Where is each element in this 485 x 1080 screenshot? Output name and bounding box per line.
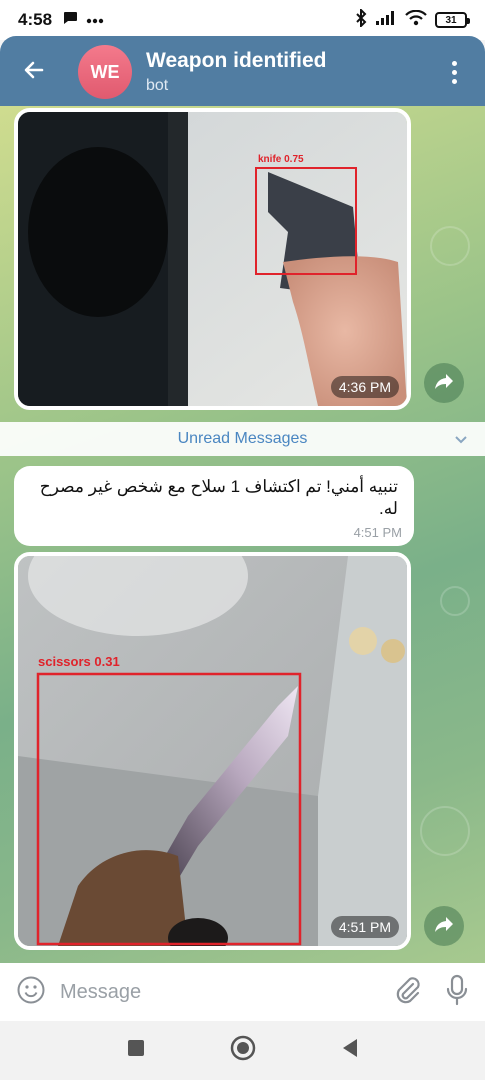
mic-icon[interactable] xyxy=(445,974,469,1011)
chat-header: WE Weapon identified bot xyxy=(0,36,485,108)
triangle-icon[interactable] xyxy=(340,1037,360,1064)
message-time: 4:51 PM xyxy=(330,916,399,938)
photo-message[interactable]: knife 0.75 4:36 PM xyxy=(14,108,411,410)
attach-icon[interactable] xyxy=(393,975,421,1010)
signal-icon xyxy=(375,10,397,31)
chat-title-block[interactable]: Weapon identified bot xyxy=(146,49,326,95)
system-nav-bar xyxy=(0,1021,485,1080)
chevron-down-icon[interactable] xyxy=(453,431,469,452)
text-message[interactable]: تنبيه أمني! تم اكتشاف 1 سلاح مع شخص غير … xyxy=(14,466,414,546)
more-dots-icon xyxy=(86,11,104,29)
avatar[interactable]: WE xyxy=(78,45,132,99)
more-vertical-icon xyxy=(451,60,457,66)
photo-message[interactable]: scissors 0.31 4:51 PM xyxy=(14,552,411,950)
chat-area[interactable]: knife 0.75 4:36 PM Unread Messages تنبيه… xyxy=(0,106,485,963)
message-text: تنبيه أمني! تم اكتشاف 1 سلاح مع شخص غير … xyxy=(39,477,398,518)
unread-label: Unread Messages xyxy=(177,430,308,447)
chat-bubble-icon xyxy=(62,11,78,30)
back-button[interactable] xyxy=(16,54,52,90)
photo-image: scissors 0.31 xyxy=(18,556,407,946)
bluetooth-icon xyxy=(355,7,367,32)
share-icon xyxy=(434,372,454,395)
square-icon[interactable] xyxy=(126,1038,146,1063)
status-bar: 4:58 31 xyxy=(0,0,485,40)
status-time: 4:58 xyxy=(18,10,53,29)
back-arrow-icon xyxy=(22,58,46,87)
battery-icon: 31 xyxy=(435,12,470,28)
message-input[interactable]: Message xyxy=(60,981,393,1004)
chat-title: Weapon identified xyxy=(146,49,327,72)
unread-divider: Unread Messages xyxy=(0,422,485,456)
share-button[interactable] xyxy=(424,363,464,403)
detection-label: knife 0.75 xyxy=(258,154,304,165)
wifi-icon xyxy=(405,9,427,31)
message-composer: Message xyxy=(0,963,485,1021)
message-time: 4:36 PM xyxy=(330,376,399,398)
detection-label: scissors 0.31 xyxy=(38,654,120,669)
chat-subtitle: bot xyxy=(146,77,169,94)
more-menu-button[interactable] xyxy=(439,52,469,92)
photo-image: knife 0.75 xyxy=(18,112,407,406)
emoji-icon[interactable] xyxy=(16,975,46,1010)
circle-icon[interactable] xyxy=(230,1035,256,1066)
message-time: 4:51 PM xyxy=(353,525,402,540)
share-icon xyxy=(434,915,454,938)
avatar-initials: WE xyxy=(90,61,120,82)
share-button[interactable] xyxy=(424,906,464,946)
